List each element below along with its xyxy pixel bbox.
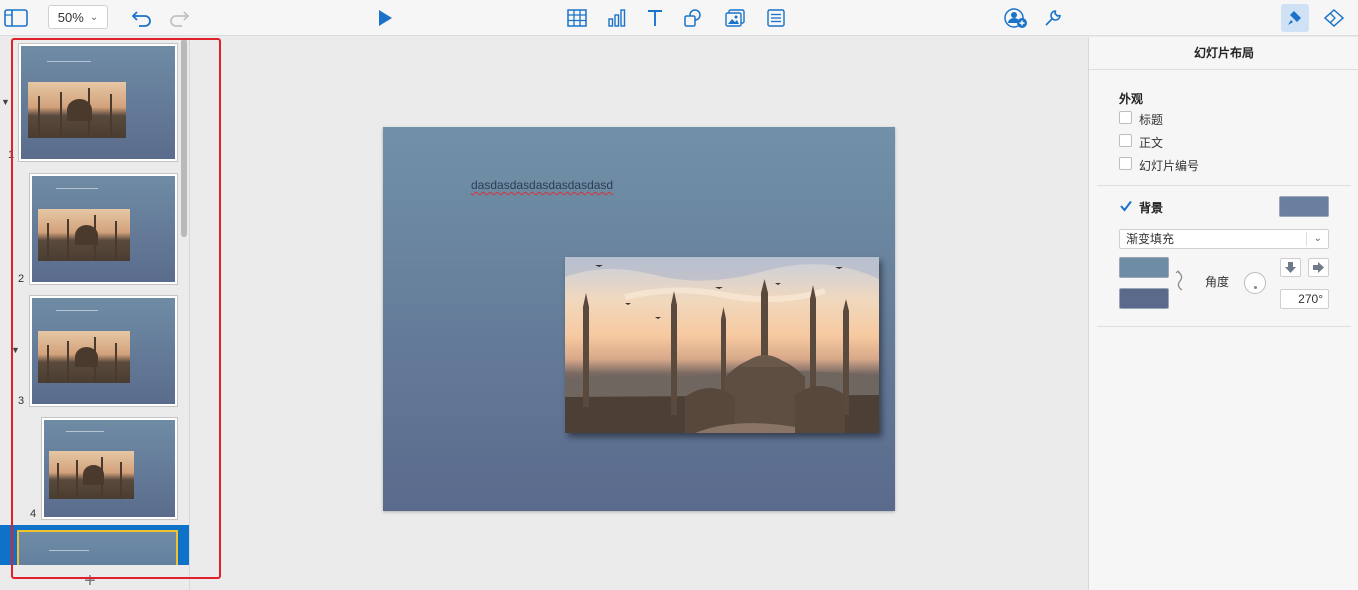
slide-image[interactable] <box>565 257 879 433</box>
wrench-icon[interactable] <box>1039 4 1067 32</box>
table-icon[interactable] <box>563 4 591 32</box>
slide-thumbnail-3[interactable] <box>29 295 178 407</box>
slide-thumbnail-4[interactable] <box>41 417 178 520</box>
background-label: 背景 <box>1139 201 1164 215</box>
chevron-down-icon: ⌄ <box>1313 233 1322 244</box>
arrow-down-icon <box>1285 262 1296 273</box>
angle-input[interactable]: 270° <box>1280 289 1329 309</box>
slide-text-box[interactable]: dasdasdasdasdasdasdasd <box>471 178 613 192</box>
zoom-dropdown[interactable]: 50% ⌄ <box>48 5 108 29</box>
inspector-title: 幻灯片布局 <box>1089 37 1358 70</box>
sidebar-toggle-icon[interactable] <box>2 4 30 32</box>
title-checkbox-label: 标题 <box>1139 113 1164 127</box>
slide-number-checkbox-label: 幻灯片编号 <box>1139 159 1200 173</box>
angle-dial[interactable] <box>1244 272 1266 294</box>
slide-number-2: 2 <box>18 273 25 285</box>
checkmark-icon <box>1120 200 1132 212</box>
arrow-right-icon <box>1313 262 1324 273</box>
swap-colors-icon[interactable] <box>1175 270 1185 292</box>
text-icon[interactable] <box>641 4 669 32</box>
section-divider <box>1097 326 1351 327</box>
chevron-down-icon: ⌄ <box>89 11 99 23</box>
angle-label: 角度 <box>1205 275 1230 289</box>
chart-icon[interactable] <box>603 4 631 32</box>
gradient-end-color-well[interactable] <box>1119 288 1169 309</box>
gradient-start-color-well[interactable] <box>1119 257 1169 278</box>
fill-type-select[interactable]: 渐变填充 ⌄ <box>1119 229 1329 249</box>
redo-icon[interactable] <box>165 4 193 32</box>
arrow-down-button[interactable] <box>1280 258 1301 277</box>
zoom-value: 50% <box>57 9 84 25</box>
navigator-scrollbar[interactable] <box>181 39 187 237</box>
comment-icon[interactable] <box>762 4 790 32</box>
slide-number-1: 1 <box>8 149 15 161</box>
background-checkbox[interactable] <box>1119 199 1132 212</box>
disclosure-triangle-icon[interactable]: ▼ <box>11 345 20 355</box>
slide-thumbnail-1[interactable] <box>18 43 178 162</box>
slide-thumbnail-2[interactable] <box>29 173 178 285</box>
shape-icon[interactable] <box>679 4 707 32</box>
slide-navigator: ▼ 1 2 ▼ 3 4 + <box>0 37 190 590</box>
undo-icon[interactable] <box>128 4 156 32</box>
body-checkbox-label: 正文 <box>1139 136 1164 150</box>
slide-canvas[interactable]: dasdasdasdasdasdasdasd <box>383 127 895 511</box>
appearance-heading: 外观 <box>1119 92 1144 106</box>
format-inspector: 幻灯片布局 外观 标题 正文 幻灯片编号 背景 渐变填充 ⌄ 角度 270° <box>1088 37 1358 590</box>
body-checkbox[interactable] <box>1119 134 1132 147</box>
format-brush-icon[interactable] <box>1281 4 1309 32</box>
title-checkbox[interactable] <box>1119 111 1132 124</box>
collaborate-icon[interactable] <box>1002 4 1030 32</box>
mosque-silhouette <box>565 257 879 433</box>
animate-icon[interactable] <box>1320 4 1348 32</box>
slide-number-3: 3 <box>18 395 25 407</box>
arrow-right-button[interactable] <box>1308 258 1329 277</box>
slide-number-checkbox[interactable] <box>1119 157 1132 170</box>
background-color-well[interactable] <box>1279 196 1329 217</box>
add-slide-button[interactable]: + <box>80 571 100 590</box>
slide-number-4: 4 <box>30 508 37 520</box>
disclosure-triangle-icon[interactable]: ▼ <box>1 97 10 107</box>
section-divider <box>1097 185 1351 186</box>
play-icon[interactable] <box>370 4 398 32</box>
fill-type-value: 渐变填充 <box>1126 232 1175 246</box>
slide-thumbnail-5-selected[interactable] <box>0 525 189 565</box>
toolbar: 50% ⌄ <box>0 0 1358 36</box>
media-icon[interactable] <box>721 4 749 32</box>
